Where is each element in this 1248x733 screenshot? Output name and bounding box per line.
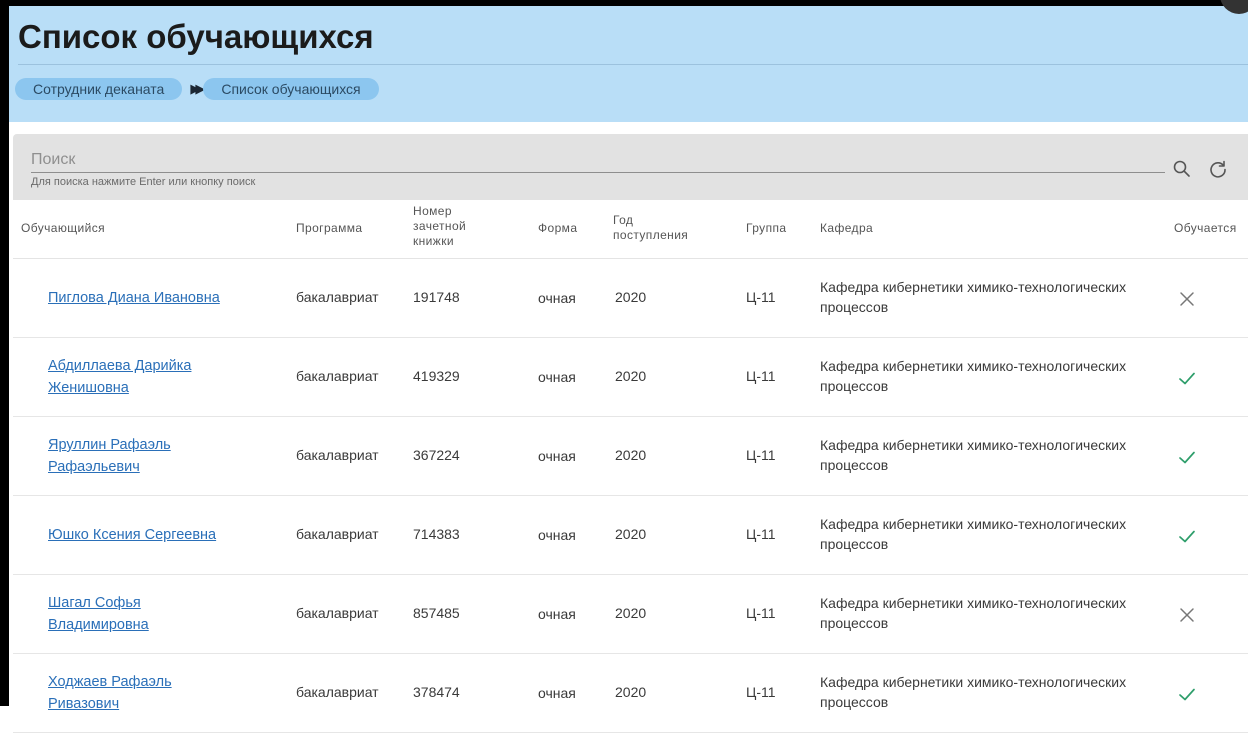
record-book-cell: 857485 <box>413 605 460 621</box>
students-table: Обучающийся Программа Номер зачетной кни… <box>13 200 1248 733</box>
column-record-book[interactable]: Номер зачетной книжки <box>413 204 483 249</box>
column-student[interactable]: Обучающийся <box>21 221 105 236</box>
student-name-link[interactable]: Шагал Софья Владимировна <box>48 592 198 636</box>
program-cell: бакалавриат <box>296 605 379 621</box>
column-group[interactable]: Группа <box>746 221 786 236</box>
breadcrumb-dean-staff[interactable]: Сотрудник деканата <box>15 78 183 100</box>
year-cell: 2020 <box>615 605 647 621</box>
form-cell: очная <box>538 527 576 543</box>
page-title: Список обучающихся <box>18 18 374 55</box>
program-cell: бакалавриат <box>296 289 379 305</box>
header-divider <box>18 64 1248 65</box>
table-header: Обучающийся Программа Номер зачетной кни… <box>13 200 1248 259</box>
record-book-cell: 378474 <box>413 684 460 700</box>
form-cell: очная <box>538 606 576 622</box>
close-icon <box>1180 292 1194 306</box>
window-frame-left <box>0 0 9 706</box>
group-cell: Ц-11 <box>746 368 776 384</box>
form-cell: очная <box>538 448 576 464</box>
student-name-link[interactable]: Юшко Ксения Сергеевна <box>48 524 258 546</box>
department-cell: Кафедра кибернетики химико-технологическ… <box>820 279 1127 315</box>
student-name-link[interactable]: Пиглова Диана Ивановна <box>48 287 258 309</box>
department-cell: Кафедра кибернетики химико-технологическ… <box>820 674 1127 710</box>
table-row: Ходжаев Рафаэль Ривазович бакалавриат 3784… <box>13 654 1248 733</box>
form-cell: очная <box>538 290 576 306</box>
breadcrumb-student-list[interactable]: Список обучающихся <box>203 78 379 100</box>
check-icon <box>1179 451 1195 464</box>
group-cell: Ц-11 <box>746 447 776 463</box>
student-name-link[interactable]: Ходжаев Рафаэль Ривазович <box>48 671 198 715</box>
page-header: Список обучающихся Сотрудник деканата ▶▶… <box>9 6 1248 122</box>
form-cell: очная <box>538 369 576 385</box>
check-icon <box>1179 688 1195 701</box>
column-form[interactable]: Форма <box>538 221 577 236</box>
program-cell: бакалавриат <box>296 447 379 463</box>
program-cell: бакалавриат <box>296 684 379 700</box>
form-cell: очная <box>538 685 576 701</box>
main-content: Для поиска нажмите Enter или кнопку поис… <box>13 134 1248 733</box>
search-icon[interactable] <box>1172 159 1192 179</box>
year-cell: 2020 <box>615 368 647 384</box>
record-book-cell: 191748 <box>413 289 460 305</box>
search-hint: Для поиска нажмите Enter или кнопку поис… <box>31 176 256 188</box>
department-cell: Кафедра кибернетики химико-технологическ… <box>820 437 1127 473</box>
group-cell: Ц-11 <box>746 289 776 305</box>
year-cell: 2020 <box>615 289 647 305</box>
table-row: Яруллин Рафаэль Рафаэльевич бакалавриат 36… <box>13 417 1248 496</box>
department-cell: Кафедра кибернетики химико-технологическ… <box>820 516 1127 552</box>
check-icon <box>1179 530 1195 543</box>
breadcrumb: Сотрудник деканата ▶▶ Список обучающихся <box>15 78 379 100</box>
search-input[interactable] <box>31 148 1165 173</box>
table-body: Пиглова Диана Ивановна бакалавриат 191748 о… <box>13 259 1248 733</box>
year-cell: 2020 <box>615 447 647 463</box>
column-department[interactable]: Кафедра <box>820 221 873 236</box>
refresh-icon[interactable] <box>1208 159 1228 179</box>
table-row: Шагал Софья Владимировна бакалавриат 85748… <box>13 575 1248 654</box>
year-cell: 2020 <box>615 684 647 700</box>
group-cell: Ц-11 <box>746 605 776 621</box>
record-book-cell: 367224 <box>413 447 460 463</box>
table-row: Абдиллаева Дарийка Женишовна бакалавриат 4… <box>13 338 1248 417</box>
record-book-cell: 714383 <box>413 526 460 542</box>
student-name-link[interactable]: Абдиллаева Дарийка Женишовна <box>48 355 198 399</box>
year-cell: 2020 <box>615 526 647 542</box>
table-row: Пиглова Диана Ивановна бакалавриат 191748 о… <box>13 259 1248 338</box>
record-book-cell: 419329 <box>413 368 460 384</box>
search-bar: Для поиска нажмите Enter или кнопку поис… <box>13 134 1248 200</box>
breadcrumb-separator-icon: ▶▶ <box>190 81 205 96</box>
column-studying[interactable]: Обучается <box>1174 221 1237 236</box>
student-name-link[interactable]: Яруллин Рафаэль Рафаэльевич <box>48 434 198 478</box>
table-row: Юшко Ксения Сергеевна бакалавриат 714383 оч… <box>13 496 1248 575</box>
department-cell: Кафедра кибернетики химико-технологическ… <box>820 358 1127 394</box>
column-year[interactable]: Год поступления <box>613 213 703 243</box>
department-cell: Кафедра кибернетики химико-технологическ… <box>820 595 1127 631</box>
column-program[interactable]: Программа <box>296 221 362 236</box>
group-cell: Ц-11 <box>746 684 776 700</box>
close-icon <box>1180 608 1194 622</box>
group-cell: Ц-11 <box>746 526 776 542</box>
check-icon <box>1179 372 1195 385</box>
program-cell: бакалавриат <box>296 526 379 542</box>
program-cell: бакалавриат <box>296 368 379 384</box>
